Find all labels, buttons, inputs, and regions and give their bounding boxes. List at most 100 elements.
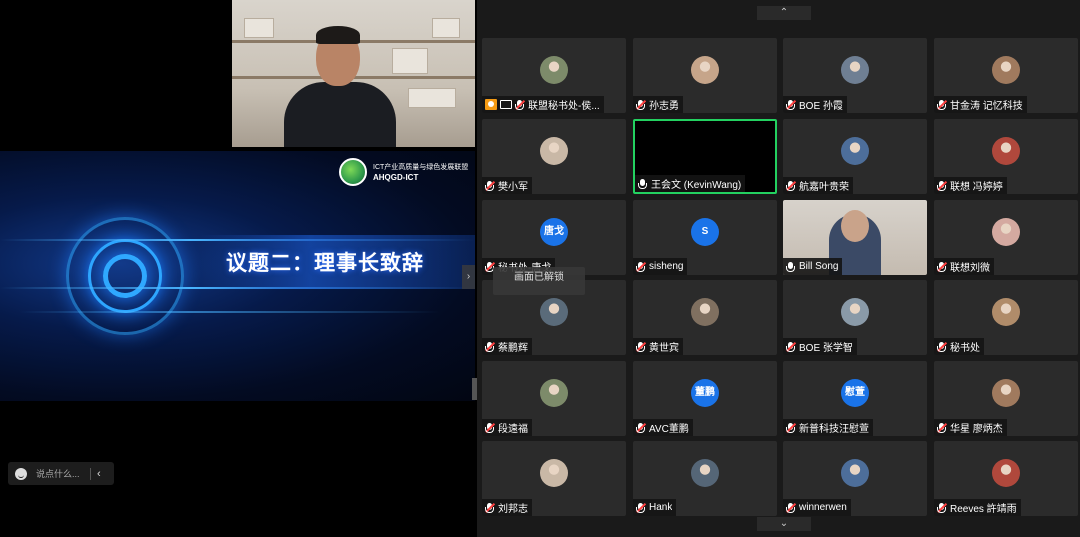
participant-avatar [691, 459, 719, 487]
mute-slash [786, 180, 796, 191]
participant-name-bar: Hank [633, 499, 677, 516]
mic-muted-icon [937, 341, 947, 352]
mic-muted-icon [937, 180, 947, 191]
participant-avatar [992, 459, 1020, 487]
participant-tile[interactable]: 唐戈秘书处-唐戈 [482, 200, 626, 275]
participant-avatar [992, 298, 1020, 326]
chevron-right-icon[interactable]: › [462, 265, 475, 289]
mute-slash [485, 341, 495, 352]
participant-tile[interactable]: Bill Song [783, 200, 927, 275]
participant-tile[interactable]: BOE 孙霞 [783, 38, 927, 113]
slide-decor-beam [20, 311, 440, 313]
chat-bar[interactable]: 说点什么... ‹ [8, 462, 114, 485]
participant-tile[interactable]: winnerwen [783, 441, 927, 516]
mic-muted-icon [485, 422, 495, 433]
org-name: ICT产业高质量与绿色发展联盟 [373, 164, 469, 171]
participant-tile[interactable]: 刘邦志 [482, 441, 626, 516]
mic-muted-icon [636, 502, 646, 513]
participant-tile[interactable]: Hank [633, 441, 777, 516]
participant-tile[interactable]: 甘金涛 记忆科技 [934, 38, 1078, 113]
participant-tile[interactable]: 董鹏 AVC董鹏 [633, 361, 777, 436]
participant-name: winnerwen [799, 502, 847, 513]
mute-slash [636, 341, 646, 352]
mic-muted-icon [786, 422, 796, 433]
participant-name: 联盟秘书处-侯... [528, 101, 600, 112]
participant-avatar [691, 56, 719, 84]
mute-slash [636, 99, 646, 110]
org-logo-icon [339, 158, 367, 186]
participant-name-bar: 孙志勇 [633, 96, 683, 113]
participant-tile[interactable]: Reeves 許靖雨 [934, 441, 1078, 516]
mic-muted-icon [485, 180, 495, 191]
mic-muted-icon [786, 502, 796, 513]
mute-slash [937, 180, 947, 191]
participant-tile[interactable]: 联想 冯婷婷 [934, 119, 1078, 194]
speaker-video[interactable] [232, 0, 475, 147]
chat-input[interactable]: 说点什么... [36, 467, 88, 480]
participant-tile[interactable]: BOE 张学智 [783, 280, 927, 355]
chevron-left-icon[interactable]: ‹ [97, 468, 101, 480]
participant-name-bar: 蔡鹏辉 [482, 338, 532, 355]
participant-avatar [992, 56, 1020, 84]
participant-tile[interactable]: 段遠福 [482, 361, 626, 436]
participant-tile[interactable]: 樊小军 [482, 119, 626, 194]
participant-name-bar: Bill Song [783, 258, 843, 275]
participant-initials-avatar: 唐戈 [540, 218, 568, 246]
participant-name: 孙志勇 [649, 101, 679, 112]
mute-slash [636, 261, 646, 272]
participant-name-bar: 联想刘微 [934, 258, 994, 275]
participant-tile[interactable]: 王会文 (KevinWang) [633, 119, 777, 194]
participant-tile[interactable]: Ssisheng [633, 200, 777, 275]
mic-muted-icon [937, 502, 947, 513]
participant-tile[interactable]: 慰萱新普科技汪慰萱 [783, 361, 927, 436]
participant-tile[interactable]: 联想刘微 [934, 200, 1078, 275]
scroll-down-button[interactable]: ⌄ [757, 517, 811, 531]
participant-avatar [992, 218, 1020, 246]
mic-muted-icon [636, 99, 646, 110]
mute-slash [937, 422, 947, 433]
screen-share-icon [500, 100, 512, 109]
host-icon [485, 99, 497, 110]
participant-tile[interactable]: 华星 廖炳杰 [934, 361, 1078, 436]
participant-name: 航嘉叶贵荣 [799, 182, 849, 193]
participant-name: Bill Song [799, 261, 839, 272]
participant-name-bar: Reeves 許靖雨 [934, 499, 1021, 516]
participant-tile[interactable]: 黄世宾 [633, 280, 777, 355]
participant-name: 蔡鹏辉 [498, 343, 528, 354]
participant-name: 刘邦志 [498, 504, 528, 515]
mute-slash [786, 502, 796, 513]
presentation-slide: 议题二：理事长致辞 ICT产业高质量与绿色发展联盟 AHQGD-ICT › [0, 151, 475, 401]
participant-name-bar: BOE 张学智 [783, 338, 857, 355]
mute-slash [515, 99, 525, 110]
mic-muted-icon [485, 341, 495, 352]
participant-name: 新普科技汪慰萱 [799, 424, 869, 435]
participant-avatar [540, 379, 568, 407]
participant-name-bar: BOE 孙霞 [783, 96, 847, 113]
mic-muted-icon [636, 341, 646, 352]
participant-tile[interactable]: 孙志勇 [633, 38, 777, 113]
participant-name-bar: winnerwen [783, 499, 851, 516]
participant-name: 甘金涛 记忆科技 [950, 101, 1023, 112]
scroll-up-button[interactable]: ⌃ [757, 6, 811, 20]
shelf-decor [408, 88, 456, 108]
participant-tile[interactable]: 秘书处 [934, 280, 1078, 355]
mic-muted-icon [937, 99, 947, 110]
participant-tile[interactable]: 航嘉叶贵荣 [783, 119, 927, 194]
participant-tile[interactable]: 联盟秘书处-侯... [482, 38, 626, 113]
participant-name-bar: sisheng [633, 258, 688, 275]
participant-initials-avatar: 慰萱 [841, 379, 869, 407]
participant-name-bar: 刘邦志 [482, 499, 532, 516]
mute-slash [485, 422, 495, 433]
participant-avatar [992, 137, 1020, 165]
participant-name: AVC董鹏 [649, 424, 689, 435]
unlock-tooltip: 画面已解锁 [493, 267, 585, 295]
mute-slash [786, 341, 796, 352]
participant-name-bar: 段遠福 [482, 419, 532, 436]
participant-avatar [540, 56, 568, 84]
participant-name: 段遠福 [498, 424, 528, 435]
mic-muted-icon [515, 99, 525, 110]
emoji-icon[interactable] [15, 467, 27, 480]
participant-avatar [540, 298, 568, 326]
participant-name: Reeves 許靖雨 [950, 504, 1017, 515]
slide-decor-ring [103, 254, 147, 298]
